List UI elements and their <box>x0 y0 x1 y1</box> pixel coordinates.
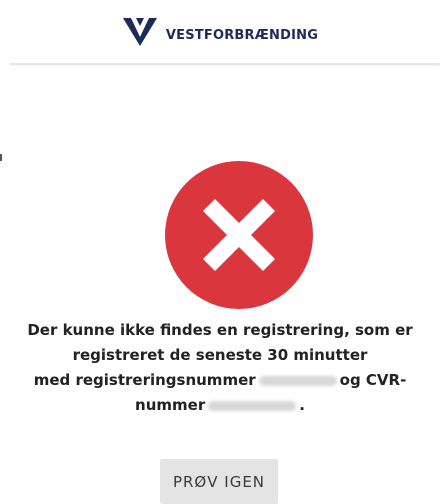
brand-name: VESTFORBRÆNDING <box>165 27 319 43</box>
retry-button[interactable]: PRØV IGEN <box>160 459 278 504</box>
message-line-3: med registreringsnummer og CVR- <box>0 368 440 393</box>
message-cvr-prefix: og CVR- <box>339 371 407 389</box>
app-header: VESTFORBRÆNDING <box>0 0 440 64</box>
header-divider <box>10 63 440 65</box>
message-line-2: registreret de seneste 30 minutter <box>72 346 368 364</box>
error-x-icon <box>165 161 313 309</box>
message-line-4: nummer. <box>0 393 440 418</box>
edge-marker <box>0 154 2 161</box>
error-message: Der kunne ikke findes en registrering, s… <box>0 318 440 418</box>
vestforbraending-logo-icon <box>122 18 157 46</box>
message-line-1: Der kunne ikke findes en registrering, s… <box>27 321 413 339</box>
redacted-registration-number <box>258 375 337 386</box>
redacted-cvr-number <box>208 400 297 411</box>
message-period: . <box>299 396 305 414</box>
message-cvr-label: nummer <box>135 396 206 414</box>
message-registration-prefix: med registreringsnummer <box>33 371 256 389</box>
